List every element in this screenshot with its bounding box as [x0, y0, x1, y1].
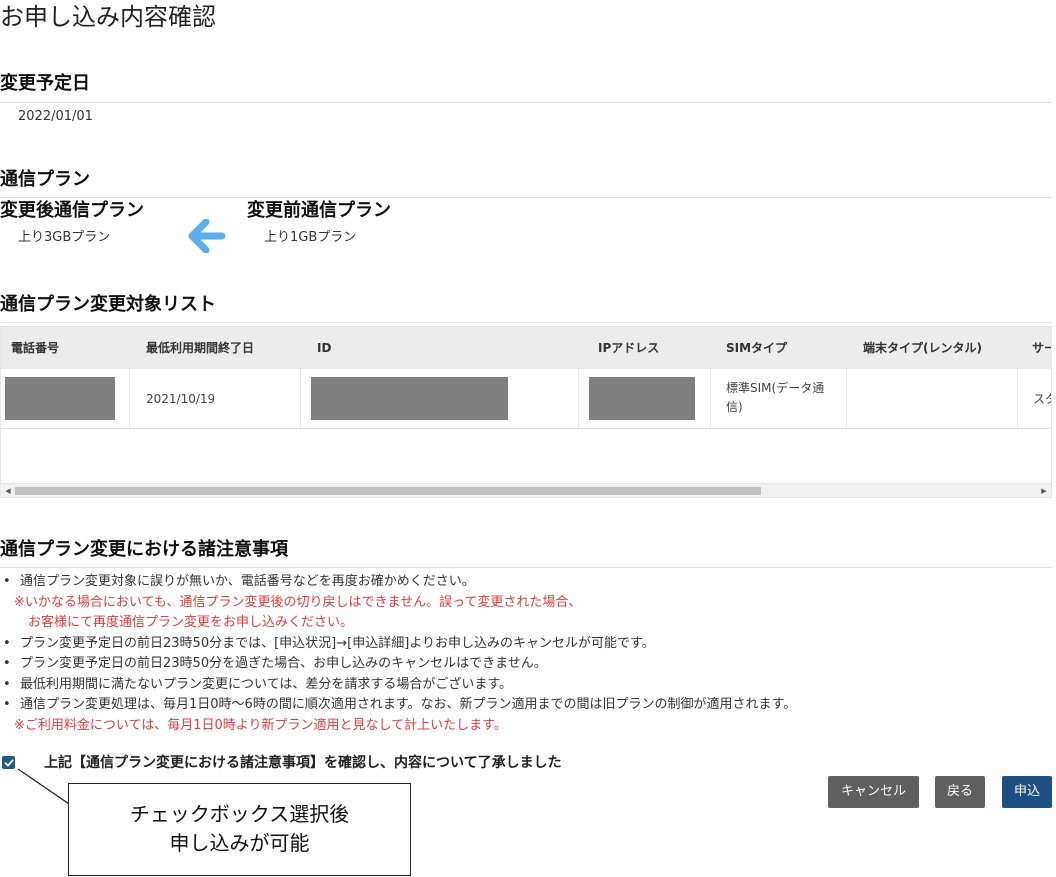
redacted-phone: [5, 377, 115, 420]
notes-heading: 通信プラン変更における諸注意事項: [0, 539, 288, 560]
note-warning: ※ご利用料金については、毎月1日0時より新プラン適用と見なして計上いたします。: [14, 717, 507, 733]
column-header-ip: IPアドレス: [598, 341, 660, 355]
redacted-ip: [589, 377, 695, 420]
scroll-right-icon[interactable]: ▶: [1037, 484, 1051, 497]
column-header-phone: 電話番号: [11, 341, 60, 355]
apply-button[interactable]: 申込: [1002, 776, 1052, 808]
target-list-heading: 通信プラン変更対象リスト: [0, 294, 216, 315]
bullet-icon: •: [3, 635, 11, 651]
target-table[interactable]: 電話番号 最低利用期間終了日 ID IPアドレス SIMタイプ 端末タイプ(レン…: [0, 326, 1052, 498]
plan-after-heading: 変更後通信プラン: [0, 200, 144, 221]
column-header-device-type: 端末タイプ(レンタル): [863, 341, 982, 355]
plan-before-heading: 変更前通信プラン: [247, 200, 391, 221]
column-header-min-period-end: 最低利用期間終了日: [146, 341, 255, 355]
page-title: お申し込み内容確認: [0, 3, 216, 31]
agree-label[interactable]: 上記【通信プラン変更における諸注意事項】を確認し、内容について了承しました: [44, 753, 562, 773]
divider: [0, 197, 1052, 198]
back-button[interactable]: 戻る: [935, 776, 985, 808]
plan-after-value: 上り3GBプラン: [18, 230, 111, 245]
change-date-value: 2022/01/01: [18, 109, 93, 124]
redacted-id: [311, 377, 508, 420]
plan-before-value: 上り1GBプラン: [264, 230, 357, 245]
agree-checkbox[interactable]: [2, 756, 15, 769]
note-item: • 最低利用期間に満たないプラン変更については、差分を請求する場合がございます。: [0, 675, 1050, 696]
bullet-icon: •: [3, 656, 11, 671]
horizontal-scrollbar[interactable]: ◀ ▶: [1, 483, 1051, 497]
cell-sim-type: 標準SIM(データ通 信): [726, 379, 824, 417]
cancel-button[interactable]: キャンセル: [828, 776, 919, 808]
notes-list: • 通信プラン変更対象に誤りが無いか、電話番号などを再度お確かめください。 ※いか…: [0, 572, 1050, 736]
note-warning: ※いかなる場合においても、通信プラン変更後の切り戻しはできません。誤って変更され…: [14, 594, 582, 610]
cell-service: スタ: [1033, 392, 1051, 406]
bullet-icon: •: [3, 697, 11, 712]
note-item: • 通信プラン変更処理は、毎月1日0時～6時の間に順次適用されます。なお、新プラン…: [0, 695, 1050, 716]
divider: [0, 322, 1052, 323]
callout-line1: チェックボックス選択後: [129, 802, 350, 826]
note-item: • プラン変更予定日の前日23時50分までは、[申込状況]→[申込詳細]よりお申し…: [0, 634, 1050, 655]
cell-sim-type-line1: 標準SIM(データ通: [726, 381, 825, 395]
table-row: 2021/10/19 標準SIM(データ通 信) スタ: [1, 369, 1051, 429]
column-header-sim-type: SIMタイプ: [726, 341, 788, 355]
note-warning: お客様にて再度通信プラン変更をお申し込みください。: [28, 615, 354, 630]
scroll-left-icon[interactable]: ◀: [1, 484, 15, 497]
check-icon: [4, 759, 14, 767]
column-header-id: ID: [317, 341, 332, 355]
change-date-heading: 変更予定日: [0, 73, 90, 94]
annotation-callout: チェックボックス選択後 申し込みが可能: [68, 783, 411, 876]
cell-min-period-end: 2021/10/19: [146, 392, 216, 406]
bullet-icon: •: [3, 676, 11, 692]
scroll-thumb[interactable]: [15, 487, 761, 495]
note-item: • 通信プラン変更対象に誤りが無いか、電話番号などを再度お確かめください。: [0, 572, 1050, 593]
column-header-service: サー: [1032, 341, 1051, 355]
note-item: • プラン変更予定日の前日23時50分を過ぎた場合、お申し込みのキャンセルはできま…: [0, 654, 1050, 675]
callout-line2: 申し込みが可能: [169, 831, 310, 855]
plan-heading: 通信プラン: [0, 169, 90, 190]
cell-sim-type-line2: 信): [726, 400, 743, 414]
divider: [0, 102, 1052, 103]
bullet-icon: •: [3, 574, 11, 589]
arrow-left-icon: [188, 219, 226, 253]
table-header: 電話番号 最低利用期間終了日 ID IPアドレス SIMタイプ 端末タイプ(レン…: [1, 327, 1051, 369]
divider: [0, 567, 1052, 568]
